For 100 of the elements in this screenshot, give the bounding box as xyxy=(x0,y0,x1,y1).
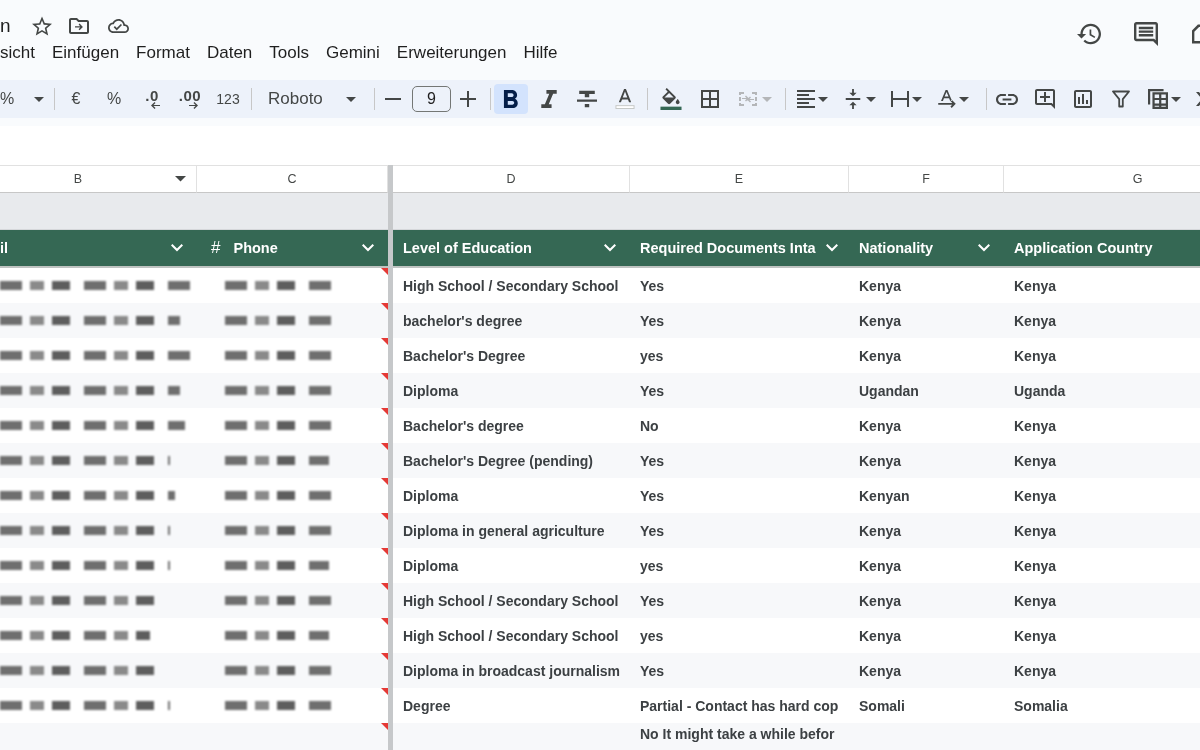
column-title: Nationality xyxy=(859,240,934,256)
table-cell: Kenya xyxy=(859,417,902,434)
align-left-icon xyxy=(796,90,815,108)
menu-item[interactable]: Gemini xyxy=(326,43,380,63)
table-cell: Kenya xyxy=(1014,522,1057,539)
caret-icon xyxy=(865,96,876,102)
table-cell: yes xyxy=(640,557,664,574)
chevron-down-icon[interactable] xyxy=(171,244,183,252)
grid-icon xyxy=(701,90,719,108)
table-cell: Kenya xyxy=(1014,417,1057,434)
history-icon[interactable] xyxy=(1077,22,1101,46)
table-cell: Kenya xyxy=(1014,312,1057,329)
table-cell: High School / Secondary School xyxy=(403,627,619,644)
percent-button[interactable]: % xyxy=(95,84,133,114)
document-title[interactable]: n xyxy=(0,15,11,37)
minus-icon xyxy=(385,98,401,100)
table-cell: Yes xyxy=(640,592,665,609)
menu-item[interactable]: Hilfe xyxy=(523,43,558,63)
table-cell: bachelor's degree xyxy=(403,312,523,329)
menu-item[interactable]: Format xyxy=(136,43,190,63)
table-cell: Diploma in broadcast journalism xyxy=(403,662,621,679)
chevron-down-icon[interactable] xyxy=(825,244,838,252)
caret-icon xyxy=(346,96,356,102)
table-cell: Yes xyxy=(640,382,665,399)
number-format-button[interactable]: 123 xyxy=(209,84,247,114)
column-title: Required Documents Inta xyxy=(640,240,816,256)
table-cell: Diploma in general agriculture xyxy=(403,522,605,539)
table-cell: Kenya xyxy=(1014,557,1057,574)
column-title: Level of Education xyxy=(403,240,532,256)
table-icon xyxy=(1147,89,1168,109)
filter-icon xyxy=(1112,90,1130,108)
italic-icon xyxy=(540,90,558,108)
table-cell: Yes xyxy=(640,277,665,294)
table-cell: Kenya xyxy=(1014,627,1057,644)
chart-icon xyxy=(1074,90,1092,108)
table-cell: Kenyan xyxy=(859,487,910,504)
column-header[interactable]: E xyxy=(630,165,849,193)
decrease-decimals-button[interactable]: .0 xyxy=(133,84,171,114)
table-cell: Yes xyxy=(640,522,665,539)
text-wrap-icon xyxy=(890,90,909,108)
zoom-dropdown[interactable]: % xyxy=(0,84,48,114)
caret-icon[interactable] xyxy=(175,176,186,182)
column-title: il xyxy=(0,240,9,256)
menu-item[interactable]: Tools xyxy=(269,43,309,63)
table-cell: Kenya xyxy=(1014,662,1057,679)
table-cell: Somali xyxy=(859,697,905,714)
merge-icon xyxy=(738,90,757,108)
table-cell: Kenya xyxy=(1014,277,1057,294)
table-cell: Kenya xyxy=(859,347,902,364)
menu-item[interactable]: Daten xyxy=(206,43,253,63)
menu-item[interactable]: sicht xyxy=(0,43,35,63)
column-header[interactable]: F xyxy=(849,165,1004,193)
table-cell: Ugandan xyxy=(859,382,919,399)
menu-item[interactable]: Erweiterungen xyxy=(396,43,507,63)
table-cell: Kenya xyxy=(859,557,902,574)
column-header[interactable]: C xyxy=(197,165,388,193)
text-color-icon xyxy=(615,89,635,109)
table-cell: High School / Secondary School xyxy=(403,277,619,294)
table-cell: Kenya xyxy=(859,522,902,539)
table-cell: Bachelor's Degree (pending) xyxy=(403,452,594,469)
increase-decimals-button[interactable]: .00 xyxy=(171,84,209,114)
caret-icon xyxy=(1170,96,1181,102)
table-cell: Kenya xyxy=(1014,347,1057,364)
column-type-mark: # xyxy=(211,238,221,258)
bold-icon xyxy=(502,90,520,108)
bold-button[interactable] xyxy=(494,84,528,114)
table-cell: Yes xyxy=(640,662,665,679)
chevron-down-icon[interactable] xyxy=(978,244,990,252)
cloud-check-icon[interactable] xyxy=(107,19,129,33)
font-dropdown[interactable]: Roboto xyxy=(256,84,364,114)
column-header[interactable]: G xyxy=(1004,165,1200,193)
table-cell: High School / Secondary School xyxy=(403,592,619,609)
table-cell: Kenya xyxy=(859,277,902,294)
currency-button[interactable]: € xyxy=(57,84,95,114)
left-arrow-icon xyxy=(150,102,160,109)
table-cell: Uganda xyxy=(1014,382,1066,399)
folder-arrow-icon[interactable] xyxy=(68,18,89,34)
chevron-down-icon[interactable] xyxy=(362,244,374,252)
font-size-field[interactable]: 9 xyxy=(412,86,451,112)
table-cell: Bachelor's degree xyxy=(403,417,524,434)
chevron-down-icon[interactable] xyxy=(604,244,616,252)
table-cell: Diploma xyxy=(403,382,459,399)
table-cell: No It might take a while befor xyxy=(640,726,835,742)
column-header[interactable]: B xyxy=(0,165,197,193)
caret-icon xyxy=(817,96,828,102)
table-cell: Degree xyxy=(403,697,451,714)
text-rotation-icon xyxy=(937,90,956,108)
table-cell: Kenya xyxy=(1014,487,1057,504)
table-cell: Kenya xyxy=(859,452,902,469)
caret-icon xyxy=(911,96,922,102)
column-header[interactable]: D xyxy=(393,165,630,193)
table-cell: yes xyxy=(640,347,664,364)
column-title: Application Country xyxy=(1014,240,1153,256)
strikethrough-icon xyxy=(577,89,597,109)
menu-item[interactable]: Einfügen xyxy=(51,43,120,63)
caret-icon xyxy=(958,96,969,102)
star-icon[interactable] xyxy=(31,16,52,36)
table-cell: yes xyxy=(640,627,664,644)
table-cell: Bachelor's Degree xyxy=(403,347,526,364)
comment-icon[interactable] xyxy=(1134,22,1158,46)
